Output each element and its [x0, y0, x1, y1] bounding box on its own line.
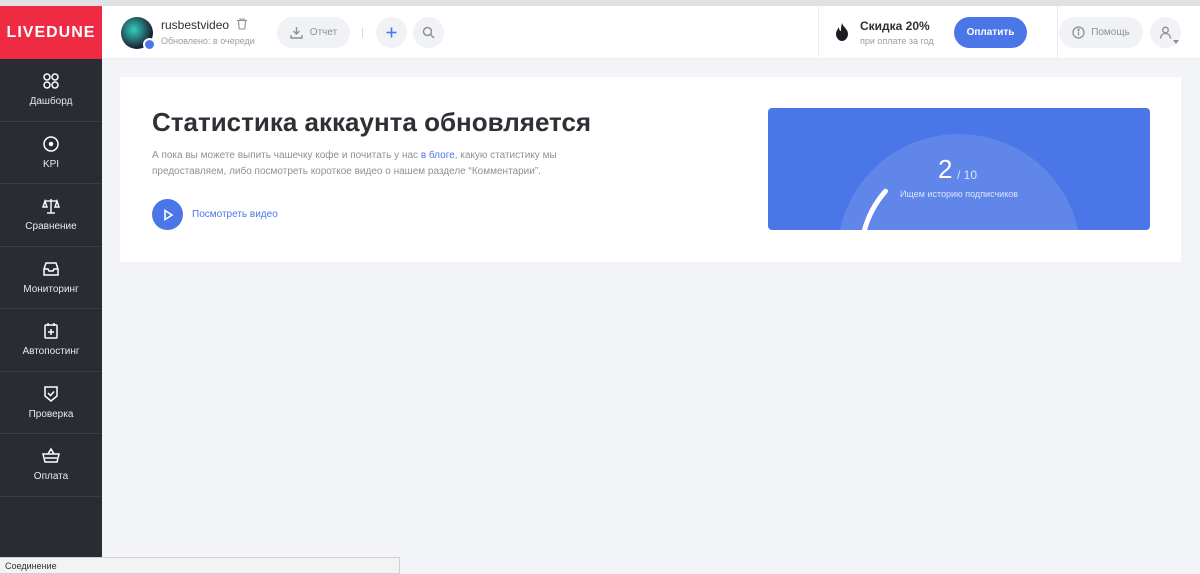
- sidebar-item-label: Автопостинг: [22, 346, 80, 358]
- promo-subtitle: при оплате за год: [860, 36, 934, 46]
- trash-icon[interactable]: [236, 18, 248, 30]
- shield-check-icon: [44, 386, 58, 402]
- pay-button[interactable]: Оплатить: [954, 17, 1027, 48]
- sidebar-item-autoposting[interactable]: Автопостинг: [0, 309, 102, 372]
- watch-video-link[interactable]: Посмотреть видео: [192, 209, 278, 220]
- report-button[interactable]: Отчет: [277, 17, 350, 48]
- sidebar-item-kpi[interactable]: KPI: [0, 122, 102, 184]
- flame-icon: [836, 23, 848, 41]
- basket-icon: [42, 447, 60, 463]
- sidebar-item-check[interactable]: Проверка: [0, 372, 102, 434]
- network-badge-icon: [143, 38, 156, 51]
- sidebar-item-label: Мониторинг: [23, 283, 79, 295]
- sidebar-item-label: KPI: [42, 158, 60, 170]
- target-icon: [43, 136, 59, 152]
- account-name[interactable]: rusbestvideo: [161, 18, 229, 32]
- toolbar-divider: [362, 28, 363, 38]
- progress-label: Ищем историю подписчиков: [899, 189, 1019, 199]
- sidebar-item-payment[interactable]: Оплата: [0, 434, 102, 497]
- download-icon: [290, 27, 303, 39]
- search-button[interactable]: [413, 17, 444, 48]
- page-title: Статистика аккаунта обновляется: [152, 107, 592, 137]
- update-status: Обновлено: в очереди: [161, 36, 255, 46]
- card-description: А пока вы можете выпить чашечку кофе и п…: [152, 148, 572, 180]
- sidebar-item-monitoring[interactable]: Мониторинг: [0, 247, 102, 309]
- help-button-label: Помощь: [1091, 27, 1130, 38]
- gauge-backdrop: [839, 134, 1079, 230]
- sidebar-item-label: Дашборд: [29, 96, 73, 108]
- sidebar-item-compare[interactable]: Сравнение: [0, 184, 102, 247]
- progress-current: 2: [938, 154, 953, 184]
- help-button[interactable]: Помощь: [1059, 17, 1143, 48]
- scales-icon: [42, 199, 60, 214]
- topbar: rusbestvideo Обновлено: в очереди Отчет …: [102, 6, 1200, 59]
- play-video-button[interactable]: [152, 199, 183, 230]
- sidebar-item-label: Сравнение: [25, 221, 77, 233]
- plus-icon: [386, 27, 397, 38]
- info-icon: [1072, 26, 1085, 39]
- card-description-start: А пока вы можете выпить чашечку кофе и п…: [152, 150, 421, 161]
- calendar-plus-icon: [44, 323, 58, 339]
- sidebar-item-label: Проверка: [28, 408, 74, 420]
- inbox-icon: [43, 262, 59, 276]
- promo-title: Скидка 20%: [860, 19, 930, 33]
- add-account-button[interactable]: [376, 17, 407, 48]
- blog-link[interactable]: в блоге: [421, 150, 455, 161]
- logo[interactable]: LIVEDUNE: [0, 6, 102, 59]
- search-icon: [422, 26, 435, 39]
- account-update-card: Статистика аккаунта обновляется А пока в…: [120, 77, 1181, 262]
- browser-status-bar: Соединение: [0, 557, 400, 574]
- dashboard-icon: [43, 73, 59, 89]
- report-button-label: Отчет: [309, 27, 338, 38]
- progress-panel: 2 / 10 Ищем историю подписчиков: [768, 108, 1150, 230]
- chevron-down-icon: [1173, 40, 1179, 44]
- sidebar: LIVEDUNE Дашборд KPI Сравнение Мониторин…: [0, 6, 102, 574]
- sidebar-item-dashboard[interactable]: Дашборд: [0, 59, 102, 122]
- play-icon: [163, 208, 173, 221]
- account-avatar[interactable]: [121, 17, 156, 51]
- progress-total: / 10: [957, 168, 978, 182]
- sidebar-item-label: Оплата: [33, 471, 69, 483]
- user-icon: [1159, 26, 1172, 39]
